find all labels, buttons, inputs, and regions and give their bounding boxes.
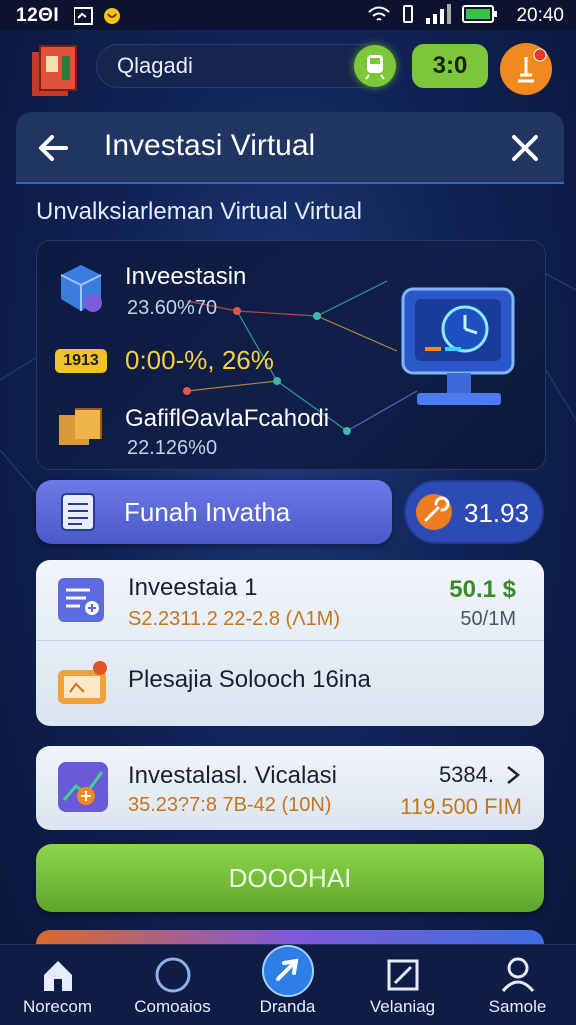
stat-investment-title: Inveestasin xyxy=(125,263,247,290)
card1-rate: 50/1M xyxy=(460,608,516,630)
stat-percentage: 0:00-%, 26% xyxy=(125,345,274,375)
section-subtitle: Unvalksiarleman Virtual Virtual xyxy=(36,198,362,225)
rocket-icon xyxy=(262,945,314,997)
card1-subtitle: S2.2311.2 22-2.8 (Λ1M) xyxy=(128,608,340,630)
alert-icon xyxy=(518,48,547,83)
primary-action-button[interactable]: DOOOHAI xyxy=(36,844,544,912)
stat-capital-value: 22.126%0 xyxy=(127,437,218,459)
card2-amount: 5384. xyxy=(438,762,494,787)
card1-divider xyxy=(36,640,544,641)
status-bar: 12ΘΙ 20:40 xyxy=(0,0,576,30)
wrench-coin-icon xyxy=(416,494,452,530)
chevron-right-icon[interactable] xyxy=(504,764,522,786)
monitor-clock-illustration xyxy=(401,287,515,405)
package-icon xyxy=(59,408,102,445)
coin-balance-value: 31.93 xyxy=(464,498,530,528)
status-time-left: 12ΘΙ xyxy=(16,5,60,26)
notification-button[interactable] xyxy=(500,43,552,95)
nav-label-home: Norecom xyxy=(23,997,92,1016)
compass-icon xyxy=(155,957,191,993)
train-button[interactable] xyxy=(354,45,396,87)
fund-investment-button[interactable]: Funah Invatha xyxy=(36,480,392,544)
dialog-header: Investasi Virtual xyxy=(16,112,564,184)
app-header: Qlagadi 3:0 xyxy=(14,32,562,106)
score-badge[interactable]: 3:0 xyxy=(412,44,488,88)
nav-item-chart[interactable]: Velaniag xyxy=(345,945,460,1025)
nav-item-profile[interactable]: Samole xyxy=(460,945,575,1025)
fund-investment-label: Funah Invatha xyxy=(124,497,291,527)
wallet-icon xyxy=(58,661,107,704)
status-time-right: 20:40 xyxy=(516,5,564,26)
search-input[interactable]: Qlagadi xyxy=(96,44,386,88)
bottom-navigation: Norecom Comoaios Dranda Velaniag Samole xyxy=(0,944,576,1025)
dialog-title: Investasi Virtual xyxy=(104,129,316,162)
profile-icon xyxy=(501,957,535,992)
investment-card-1[interactable]: Inveestaia 1 S2.2311.2 22-2.8 (Λ1M) 50.1… xyxy=(36,560,544,726)
home-icon xyxy=(44,961,72,991)
status-notification-icons xyxy=(74,7,120,25)
investment-card-2[interactable]: Investalasl. Vicalasi 35.23?7:8 7B-42 (1… xyxy=(36,746,544,830)
nav-label-compass: Comoaios xyxy=(134,997,211,1016)
nav-label-profile: Samole xyxy=(488,997,547,1016)
vibrate-icon xyxy=(403,5,413,23)
nav-label-chart: Velaniag xyxy=(369,997,436,1016)
cube-icon xyxy=(60,265,102,312)
stat-capital-title: GafiflΘavlaFcahodi xyxy=(125,405,330,432)
chart-app-icon xyxy=(58,762,108,812)
app-logo-icon[interactable] xyxy=(28,42,80,98)
close-icon[interactable] xyxy=(504,127,546,169)
status-right-icons xyxy=(368,4,498,24)
chart-icon xyxy=(387,959,419,991)
nav-item-compass[interactable]: Comoaios xyxy=(115,945,230,1025)
coin-balance-button[interactable]: 31.93 xyxy=(404,480,544,544)
card1-row2-title: Plesajia Solooch 16ina xyxy=(128,666,371,693)
gold-badge: 1913 xyxy=(55,349,107,373)
nav-item-home[interactable]: Norecom xyxy=(0,945,115,1025)
card2-subtitle: 35.23?7:8 7B-42 (10N) xyxy=(128,794,332,816)
report-icon xyxy=(58,578,104,622)
nav-item-rocket[interactable]: Dranda xyxy=(230,945,345,1025)
card2-total: 119.500 FIM xyxy=(400,794,522,819)
wifi-icon xyxy=(368,6,390,21)
back-arrow-icon[interactable] xyxy=(34,128,74,168)
nav-label-rocket: Dranda xyxy=(259,997,316,1016)
stats-card: Inveestasin 23.60%70 1913 0:00-%, 26% Ga… xyxy=(36,240,546,470)
card1-return-value: 50.1 $ xyxy=(449,576,516,603)
stat-investment-value: 23.60%70 xyxy=(127,297,218,319)
card2-title: Investalasl. Vicalasi xyxy=(128,762,337,789)
battery-icon xyxy=(462,5,497,23)
card1-title: Inveestaia 1 xyxy=(128,574,258,601)
train-icon xyxy=(365,55,385,80)
document-icon xyxy=(61,493,95,531)
signal-icon xyxy=(426,4,451,24)
